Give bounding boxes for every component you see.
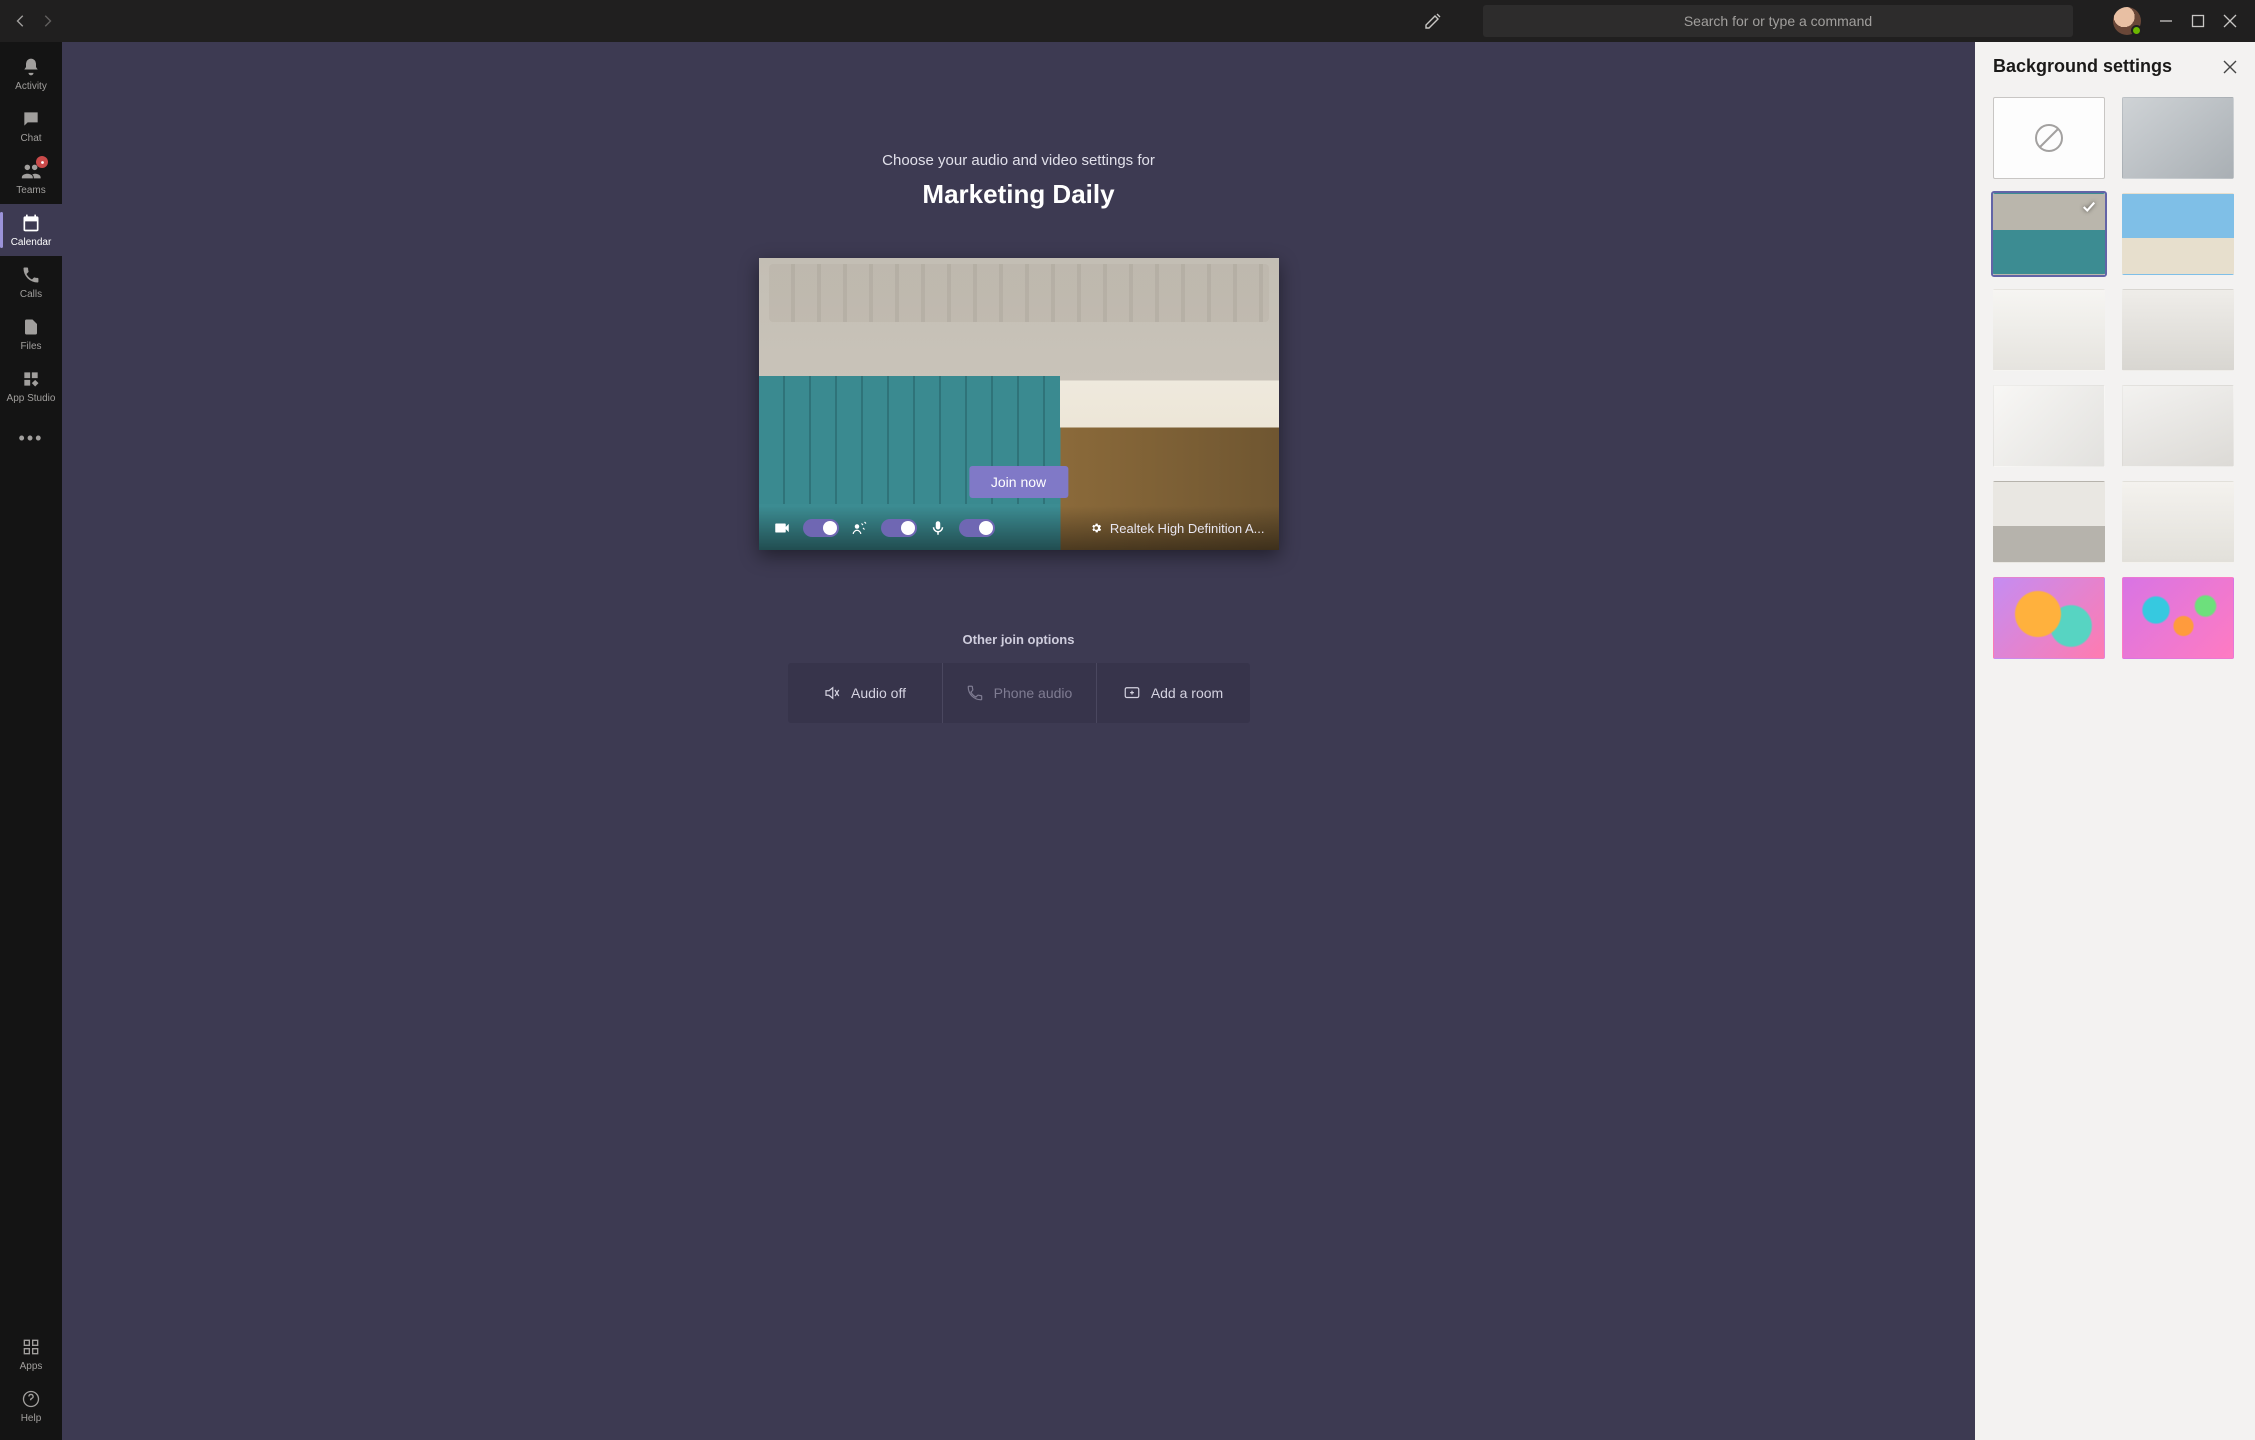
- rail-label: Help: [21, 1413, 42, 1424]
- compose-icon[interactable]: [1423, 11, 1443, 31]
- audio-off-button[interactable]: Audio off: [788, 663, 942, 723]
- bg-option-9[interactable]: [1993, 481, 2105, 563]
- window-minimize-icon[interactable]: [2159, 14, 2173, 28]
- rail-help[interactable]: Help: [0, 1380, 62, 1432]
- rail-teams[interactable]: Teams: [0, 152, 62, 204]
- rail-label: Calls: [20, 289, 42, 300]
- gear-icon: [1090, 519, 1102, 537]
- bell-icon: [20, 56, 42, 78]
- bg-option-3[interactable]: [1993, 193, 2105, 275]
- search-input[interactable]: Search for or type a command: [1483, 5, 2073, 37]
- more-icon: •••: [20, 427, 42, 449]
- bg-option-12[interactable]: [2122, 577, 2234, 659]
- bg-option-4[interactable]: [2122, 193, 2234, 275]
- file-icon: [20, 316, 42, 338]
- device-label: Realtek High Definition A...: [1110, 521, 1265, 536]
- appstudio-icon: [20, 368, 42, 390]
- rail-label: Calendar: [11, 237, 52, 248]
- presence-available-icon: [2131, 25, 2142, 36]
- help-icon: [20, 1388, 42, 1410]
- none-icon: [2032, 121, 2066, 155]
- titlebar: Search for or type a command: [0, 0, 2255, 42]
- room-icon: [1123, 684, 1141, 702]
- background-effects-icon: [851, 519, 869, 537]
- preview-toolbar: Realtek High Definition A...: [759, 506, 1279, 550]
- calendar-icon: [20, 212, 42, 234]
- camera-icon: [773, 519, 791, 537]
- meeting-title: Marketing Daily: [922, 179, 1114, 210]
- apps-icon: [20, 1336, 42, 1358]
- background-grid: [1975, 87, 2255, 679]
- window-maximize-icon[interactable]: [2191, 14, 2205, 28]
- nav-forward-icon[interactable]: [40, 14, 54, 28]
- phone-audio-button: Phone audio: [942, 663, 1096, 723]
- other-join-options: Audio off Phone audio Add a room: [788, 663, 1250, 723]
- close-icon[interactable]: [2223, 60, 2237, 74]
- device-settings-button[interactable]: Realtek High Definition A...: [1090, 519, 1265, 537]
- rail-apps[interactable]: Apps: [0, 1328, 62, 1380]
- other-join-options-header: Other join options: [963, 632, 1075, 647]
- rail-label: Chat: [20, 133, 41, 144]
- rail-calendar[interactable]: Calendar: [0, 204, 62, 256]
- bg-option-8[interactable]: [2122, 385, 2234, 467]
- bg-option-5[interactable]: [1993, 289, 2105, 371]
- search-placeholder: Search for or type a command: [1684, 13, 1872, 29]
- video-preview: Join now Realtek High Definition A...: [759, 258, 1279, 550]
- add-room-button[interactable]: Add a room: [1096, 663, 1250, 723]
- panel-title: Background settings: [1993, 56, 2172, 77]
- phone-icon: [20, 264, 42, 286]
- prejoin-prompt: Choose your audio and video settings for: [882, 152, 1155, 169]
- rail-activity[interactable]: Activity: [0, 48, 62, 100]
- option-label: Audio off: [851, 685, 906, 701]
- chat-icon: [20, 108, 42, 130]
- nav-back-icon[interactable]: [14, 14, 28, 28]
- mic-toggle[interactable]: [959, 519, 995, 537]
- bg-option-10[interactable]: [2122, 481, 2234, 563]
- rail-label: App Studio: [7, 393, 56, 404]
- background-settings-panel: Background settings: [1975, 42, 2255, 1440]
- option-label: Phone audio: [994, 685, 1073, 701]
- background-toggle[interactable]: [881, 519, 917, 537]
- camera-toggle[interactable]: [803, 519, 839, 537]
- rail-files[interactable]: Files: [0, 308, 62, 360]
- rail-label: Apps: [20, 1361, 43, 1372]
- mic-icon: [929, 519, 947, 537]
- rail-label: Files: [20, 341, 41, 352]
- rail-label: Activity: [15, 81, 47, 92]
- rail-chat[interactable]: Chat: [0, 100, 62, 152]
- bg-option-6[interactable]: [2122, 289, 2234, 371]
- window-close-icon[interactable]: [2223, 14, 2237, 28]
- bg-option-7[interactable]: [1993, 385, 2105, 467]
- prejoin-stage: Choose your audio and video settings for…: [62, 42, 1975, 1440]
- rail-more[interactable]: •••: [0, 412, 62, 464]
- phone-icon: [966, 684, 984, 702]
- rail-label: Teams: [16, 185, 45, 196]
- speaker-off-icon: [823, 684, 841, 702]
- rail-calls[interactable]: Calls: [0, 256, 62, 308]
- notification-badge-icon: [36, 156, 48, 168]
- bg-option-11[interactable]: [1993, 577, 2105, 659]
- check-icon: [2082, 200, 2096, 214]
- rail-appstudio[interactable]: App Studio: [0, 360, 62, 412]
- profile-avatar[interactable]: [2113, 7, 2141, 35]
- bg-option-none[interactable]: [1993, 97, 2105, 179]
- bg-option-blur[interactable]: [2122, 97, 2234, 179]
- join-now-button[interactable]: Join now: [969, 466, 1068, 498]
- app-rail: Activity Chat Teams Calendar Calls Files…: [0, 42, 62, 1440]
- option-label: Add a room: [1151, 685, 1223, 701]
